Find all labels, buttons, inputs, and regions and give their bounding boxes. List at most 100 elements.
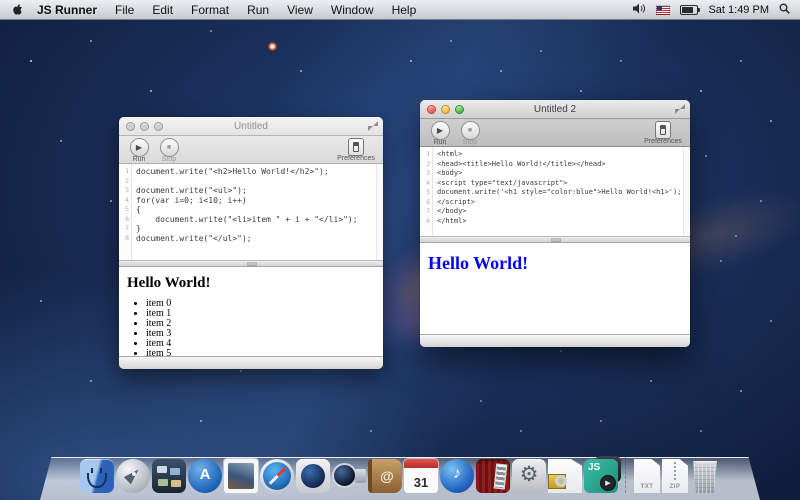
code-editor[interactable]: 12345678document.write("<h2>Hello World!…: [119, 164, 383, 260]
spotlight-icon[interactable]: [779, 3, 790, 17]
code-line: document.write('<h1 style="color:blue">H…: [437, 188, 690, 198]
battery-icon[interactable]: [680, 5, 698, 15]
close-button[interactable]: [126, 122, 135, 131]
output-list-item: item 3: [146, 329, 383, 339]
dock-item-js-runner[interactable]: JS: [584, 459, 618, 493]
code-lines: <html><head><title>Hello World!</title><…: [433, 147, 690, 236]
app-menu-title[interactable]: JS Runner: [28, 3, 106, 17]
splitter-handle[interactable]: [551, 238, 561, 242]
output-pane: Hello World!: [420, 243, 690, 334]
stop-icon: ■: [160, 138, 179, 157]
dock-item-mission-control[interactable]: [152, 459, 186, 493]
stop-button[interactable]: ■ Stop: [155, 138, 183, 163]
dock-item-web-globe[interactable]: [296, 459, 330, 493]
code-line: </script>: [437, 198, 690, 208]
zip-archive-glyph: ZIP: [662, 484, 688, 490]
dock-item-app-store[interactable]: A: [188, 459, 222, 493]
menu-bar-status: Sat 1:49 PM: [633, 3, 800, 17]
traffic-lights: [126, 122, 163, 131]
code-line: [136, 177, 383, 187]
preferences-button[interactable]: Preferences: [640, 121, 686, 145]
dock-item-address-book[interactable]: @: [368, 459, 402, 493]
code-line: }: [136, 224, 383, 234]
dock-item-system-preferences[interactable]: ⚙: [512, 459, 546, 493]
fullscreen-icon[interactable]: [675, 104, 685, 114]
splitter-handle[interactable]: [247, 262, 257, 266]
scrollbar-track[interactable]: [376, 164, 383, 260]
menu-edit[interactable]: Edit: [143, 3, 182, 17]
dock: A @31♪ ⚙ JS TXTZIP: [0, 457, 800, 493]
menu-help[interactable]: Help: [383, 3, 426, 17]
code-line: {: [136, 205, 383, 215]
code-line: <html>: [437, 150, 690, 160]
stop-icon: ■: [461, 121, 480, 140]
code-line: </body>: [437, 207, 690, 217]
window-untitled-2: Untitled 2 ▶ Run ■ Stop Preferences 1234…: [420, 100, 690, 347]
input-flag-icon[interactable]: [656, 5, 670, 15]
traffic-lights: [427, 105, 464, 114]
play-icon: ▶: [130, 138, 149, 157]
dock-item-safari[interactable]: [260, 459, 294, 493]
dock-item-finder[interactable]: [80, 459, 114, 493]
js-runner-glyph: JS: [588, 462, 600, 473]
menu-file[interactable]: File: [106, 3, 143, 17]
code-line: <body>: [437, 169, 690, 179]
calendar-glyph: 31: [404, 475, 438, 490]
dock-item-itunes[interactable]: ♪: [440, 459, 474, 493]
dock-item-trash[interactable]: [690, 459, 720, 493]
line-number-gutter: 12345678: [119, 164, 132, 260]
run-button[interactable]: ▶ Run: [426, 121, 454, 146]
code-line: <script type="text/javascript">: [437, 179, 690, 189]
menu-view[interactable]: View: [278, 3, 322, 17]
play-icon: ▶: [431, 121, 450, 140]
minimize-button[interactable]: [441, 105, 450, 114]
dock-item-launchpad[interactable]: [116, 459, 150, 493]
toolbar: ▶ Run ■ Stop Preferences: [420, 119, 690, 147]
dock-item-txt-document[interactable]: TXT: [634, 459, 660, 493]
dock-item-document-viewer[interactable]: [548, 459, 582, 493]
dock-item-mail[interactable]: [224, 459, 258, 493]
code-line: </html>: [437, 217, 690, 227]
code-lines: document.write("<h2>Hello World!</h2>");…: [132, 164, 383, 260]
preferences-icon: [348, 138, 364, 156]
output-list-item: item 1: [146, 309, 383, 319]
close-button[interactable]: [427, 105, 436, 114]
line-number-gutter: 12345678: [420, 147, 433, 236]
code-line: for(var i=0; i<10; i++): [136, 196, 383, 206]
window-untitled: Untitled ▶ Run ■ Stop Preferences 123456…: [119, 117, 383, 369]
titlebar[interactable]: Untitled 2: [420, 100, 690, 119]
splitter[interactable]: [119, 260, 383, 267]
output-list-item: item 5: [146, 349, 383, 356]
menu-format[interactable]: Format: [182, 3, 238, 17]
output-list: item 0item 1item 2item 3item 4item 5: [146, 299, 383, 356]
zoom-button[interactable]: [455, 105, 464, 114]
run-button[interactable]: ▶ Run: [125, 138, 153, 163]
zoom-button[interactable]: [154, 122, 163, 131]
stop-button[interactable]: ■ Stop: [456, 121, 484, 146]
scrollbar-track[interactable]: [683, 147, 690, 236]
system-preferences-glyph: ⚙: [512, 462, 546, 486]
code-editor[interactable]: 12345678<html><head><title>Hello World!<…: [420, 147, 690, 236]
menu-run[interactable]: Run: [238, 3, 278, 17]
code-line: document.write("</ul>");: [136, 234, 383, 244]
menu-window[interactable]: Window: [322, 3, 383, 17]
output-heading: Hello World!: [127, 275, 383, 292]
menu-clock[interactable]: Sat 1:49 PM: [708, 4, 769, 16]
status-bar: [119, 356, 383, 369]
dock-item-zip-archive[interactable]: ZIP: [662, 459, 688, 493]
minimize-button[interactable]: [140, 122, 149, 131]
titlebar[interactable]: Untitled: [119, 117, 383, 136]
code-line: document.write("<li>item " + i + "</li>"…: [136, 215, 383, 225]
dock-item-facetime[interactable]: [332, 459, 366, 493]
dock-item-calendar[interactable]: 31: [404, 459, 438, 493]
preferences-button[interactable]: Preferences: [333, 138, 379, 162]
dock-item-photo-booth[interactable]: [476, 459, 510, 493]
output-heading: Hello World!: [428, 253, 690, 274]
apple-menu-icon[interactable]: [6, 3, 28, 17]
app-store-glyph: A: [188, 466, 222, 483]
fullscreen-icon[interactable]: [368, 121, 378, 131]
address-book-glyph: @: [372, 468, 402, 484]
splitter[interactable]: [420, 236, 690, 243]
menu-items: FileEditFormatRunViewWindowHelp: [106, 3, 425, 17]
volume-icon[interactable]: [633, 3, 646, 17]
